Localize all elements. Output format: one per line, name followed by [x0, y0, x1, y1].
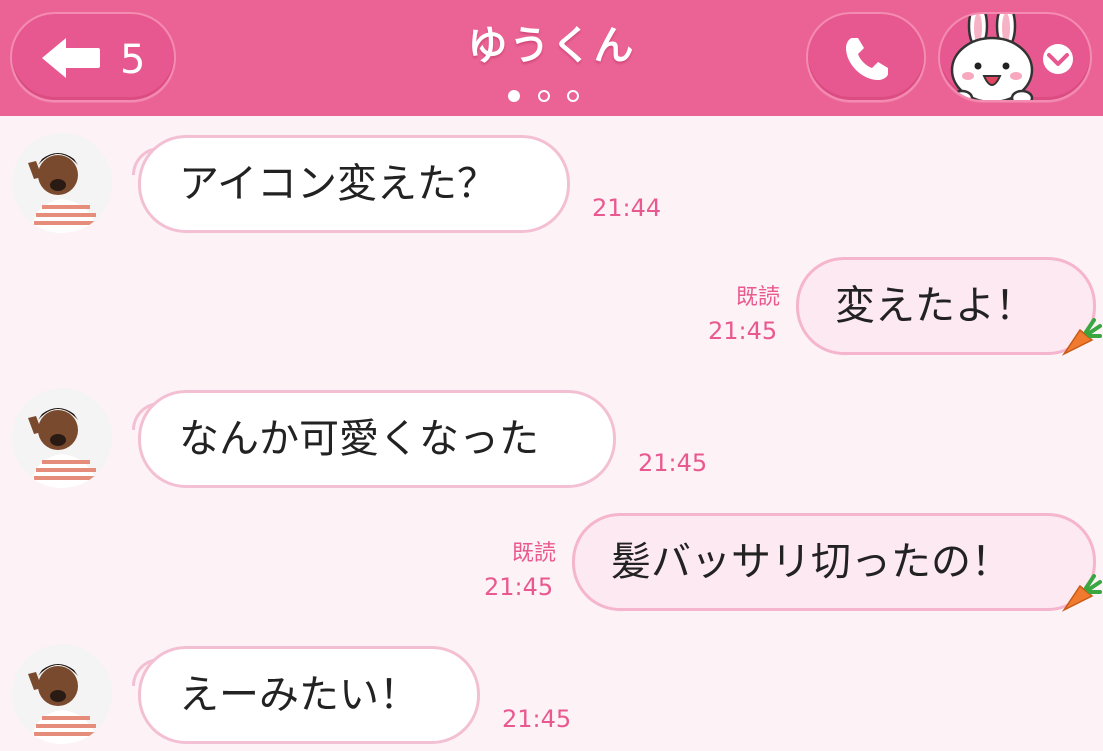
call-button[interactable] — [806, 12, 926, 102]
contact-avatar[interactable] — [12, 644, 112, 744]
message-time: 21:45 — [502, 705, 572, 733]
avatar-photo — [12, 388, 112, 488]
message-bubble-received[interactable]: えーみたい！ — [138, 646, 480, 744]
carrot-icon — [1061, 318, 1102, 356]
message-bubble-received[interactable]: なんか可愛くなった — [138, 390, 616, 488]
page-dot-2 — [538, 90, 550, 102]
read-receipt: 既読 — [735, 285, 780, 310]
carrot-icon — [1061, 574, 1102, 612]
chat-title: ゆうくん — [467, 23, 636, 69]
bunny-sticker-icon — [950, 14, 1034, 100]
menu-button[interactable] — [938, 12, 1092, 102]
phone-icon — [846, 38, 888, 80]
message-time: 21:45 — [708, 317, 778, 345]
page-dot-3 — [567, 90, 579, 102]
chevron-down-icon — [1043, 44, 1073, 74]
message-bubble-sent[interactable]: 変えたよ！ — [796, 257, 1096, 355]
contact-avatar[interactable] — [12, 388, 112, 488]
read-receipt: 既読 — [511, 541, 556, 566]
message-time: 21:45 — [638, 449, 708, 477]
message-bubble-received[interactable]: アイコン変えた？ — [138, 135, 570, 233]
message-time: 21:44 — [592, 194, 662, 222]
message-bubble-sent[interactable]: 髪バッサリ切ったの！ — [572, 513, 1096, 611]
contact-avatar[interactable] — [12, 133, 112, 233]
avatar-photo — [12, 644, 112, 744]
page-dot-1 — [508, 90, 520, 102]
chat-header: 5 ゆうくん — [0, 0, 1103, 116]
message-time: 21:45 — [484, 573, 554, 601]
page-indicator — [506, 90, 586, 104]
avatar-photo — [12, 133, 112, 233]
